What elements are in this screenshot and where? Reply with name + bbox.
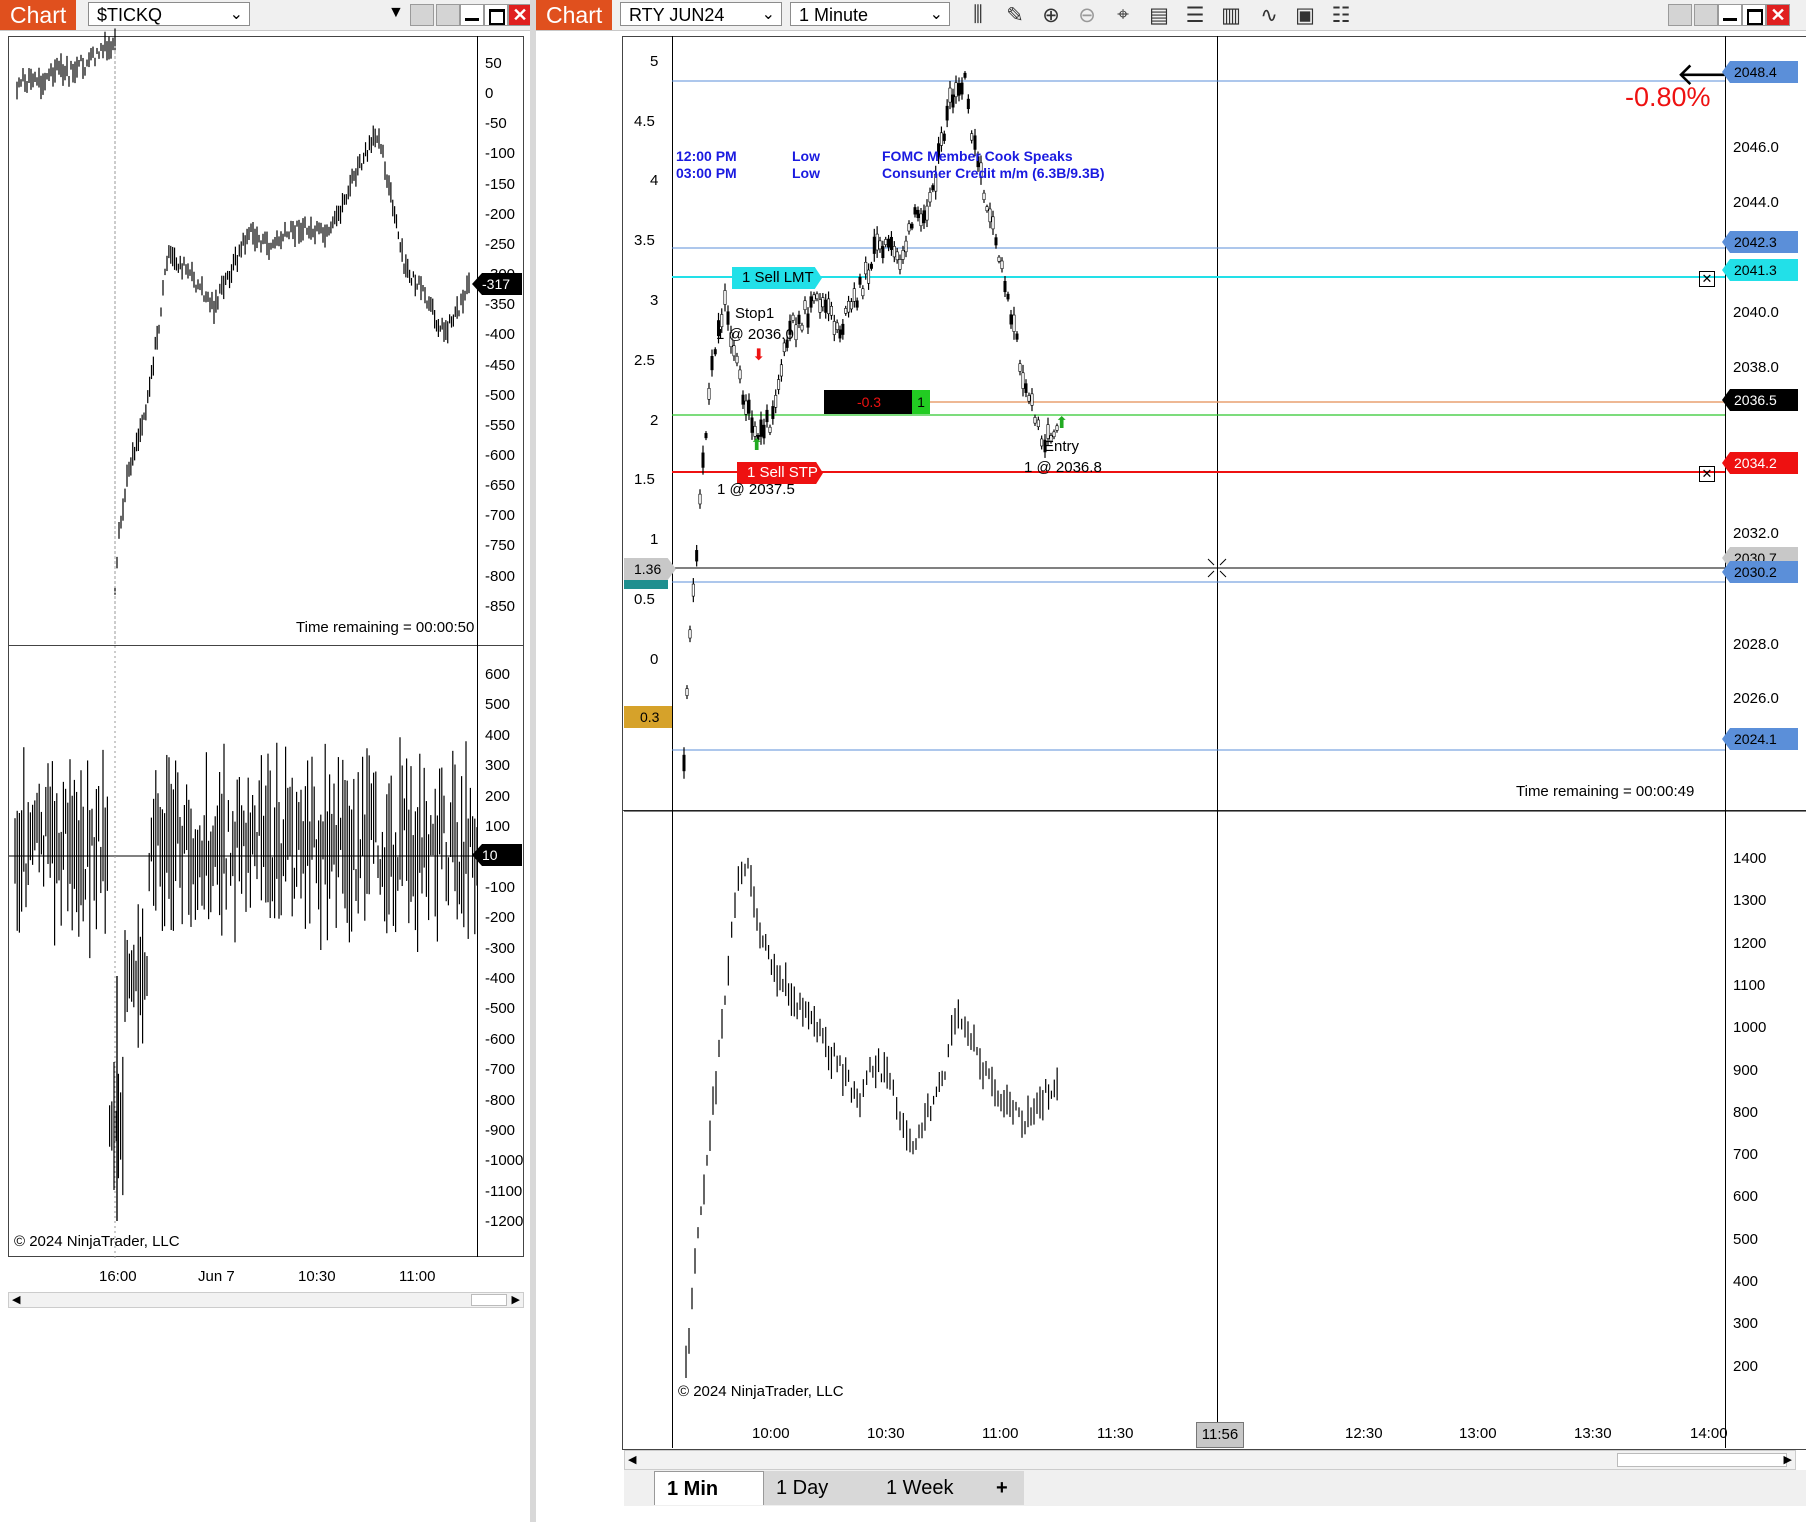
right-lower-copyright: © 2024 NinjaTrader, LLC: [678, 1383, 844, 1400]
price-axis-tick: 2044.0: [1733, 194, 1779, 211]
price-tag: 2048.4: [1722, 61, 1798, 83]
volume-axis-tick: 1000: [1733, 1019, 1767, 1037]
price-axis-tick: 2038.0: [1733, 359, 1779, 376]
price-axis-tick: 2046.0: [1733, 139, 1779, 156]
price-axis-tick: 2028.0: [1733, 636, 1779, 653]
left-axis-tick: 0.5: [634, 591, 655, 608]
position-pnl-box[interactable]: -0.3: [824, 390, 914, 414]
sell-limit-order-tag[interactable]: 1 Sell LMT: [732, 267, 822, 289]
cursor-time-tag: 11:56: [1196, 1422, 1244, 1448]
news-impact: Low: [792, 148, 820, 164]
left-axis-tick: 2.5: [634, 352, 655, 369]
tab-1-min[interactable]: 1 Min: [654, 1471, 764, 1505]
cancel-stop-order-icon[interactable]: ✕: [1699, 466, 1715, 482]
left-axis-tick: 1.5: [634, 471, 655, 488]
news-event: Consumer Credit m/m (6.3B/9.3B): [882, 165, 1105, 181]
x-tick-label: 11:00: [982, 1425, 1019, 1442]
volume-axis-tick: 1200: [1733, 934, 1767, 952]
left-axis-tick: 3.5: [634, 232, 655, 249]
news-time: 12:00 PM: [676, 148, 737, 164]
tab-1-day[interactable]: 1 Day: [764, 1471, 874, 1505]
stop-annotation-price: 1 @ 2036.0: [716, 326, 794, 343]
percent-change: -0.80%: [1625, 82, 1711, 112]
left-axis-tick: 4: [650, 172, 659, 189]
price-tag: 2041.3: [1722, 259, 1798, 281]
price-tag: 2034.2: [1722, 452, 1798, 474]
left-axis-tick: 2: [650, 412, 659, 429]
price-tag: 2024.1: [1722, 728, 1798, 750]
right-horizontal-scrollbar[interactable]: ◀ ▶: [624, 1450, 1796, 1470]
fill-annotation-price: 1 @ 2037.5: [717, 481, 795, 498]
x-tick-label: 13:30: [1574, 1425, 1612, 1442]
price-axis-tick: 2026.0: [1733, 690, 1779, 707]
x-tick-label: 14:00: [1690, 1425, 1728, 1442]
volume-axis-tick: 800: [1733, 1103, 1759, 1121]
volume-axis-tick: 1400: [1733, 850, 1767, 867]
left-value-tag-oscillator: 0.3: [624, 706, 672, 728]
price-tag: 2030.2: [1722, 561, 1798, 583]
x-tick-label: 13:00: [1459, 1425, 1497, 1442]
volume-axis-tick: 1100: [1733, 976, 1766, 994]
volume-axis-tick: 700: [1733, 1146, 1759, 1164]
tab-1-week[interactable]: 1 Week: [874, 1471, 984, 1505]
volume-axis-tick: 400: [1733, 1273, 1759, 1290]
position-qty-box[interactable]: 1: [912, 390, 930, 414]
x-tick-label: 10:00: [752, 1425, 790, 1442]
left-axis-tick: 3: [650, 292, 659, 309]
stop-annotation-label: Stop1: [735, 305, 775, 322]
scroll-left-arrow-icon[interactable]: ◀: [628, 1453, 636, 1466]
price-tag: 2036.5: [1722, 389, 1798, 411]
price-axis-tick: 2032.0: [1733, 525, 1779, 542]
chart-tabs-bar: 1 Min 1 Day 1 Week +: [624, 1470, 1806, 1506]
right-main-chart: ⬇ ⬆ ⬆: [624, 71, 1806, 1378]
left-axis-tick: 4.5: [634, 113, 655, 130]
svg-text:⬇: ⬇: [752, 347, 765, 364]
left-axis-tick: 1: [650, 531, 659, 548]
price-tag: 2042.3: [1722, 231, 1798, 253]
left-value-tag-teal: [624, 580, 668, 589]
x-tick-label: 11:30: [1097, 1425, 1134, 1442]
volume-axis-tick: 500: [1733, 1230, 1759, 1248]
price-axis-tick: 2040.0: [1733, 304, 1779, 321]
right-upper-time-remaining: Time remaining = 00:00:49: [1516, 783, 1695, 800]
volume-axis-tick: 200: [1733, 1357, 1759, 1375]
cancel-limit-order-icon[interactable]: ✕: [1699, 271, 1715, 287]
news-time: 03:00 PM: [676, 165, 737, 181]
entry-annotation-label: Entry: [1044, 438, 1080, 455]
left-axis-tick: 5: [650, 53, 659, 70]
svg-text:⬆: ⬆: [750, 437, 763, 454]
left-value-tag-current: 1.36: [624, 558, 676, 580]
volume-axis-tick: 1300: [1733, 892, 1767, 910]
add-tab-button[interactable]: +: [984, 1471, 1024, 1505]
news-event: FOMC Member Cook Speaks: [882, 148, 1073, 164]
volume-axis-tick: 600: [1733, 1188, 1759, 1206]
left-axis-tick: 0: [650, 651, 659, 668]
scroll-right-arrow-icon[interactable]: ▶: [1784, 1453, 1792, 1466]
scroll-thumb[interactable]: [1617, 1453, 1787, 1467]
news-impact: Low: [792, 165, 820, 181]
volume-axis-tick: 900: [1733, 1061, 1759, 1079]
volume-axis-tick: 300: [1733, 1315, 1759, 1333]
entry-annotation-price: 1 @ 2036.8: [1024, 459, 1102, 476]
x-tick-label: 12:30: [1345, 1425, 1383, 1442]
x-tick-label: 10:30: [867, 1425, 905, 1442]
svg-text:⬆: ⬆: [1055, 415, 1068, 432]
